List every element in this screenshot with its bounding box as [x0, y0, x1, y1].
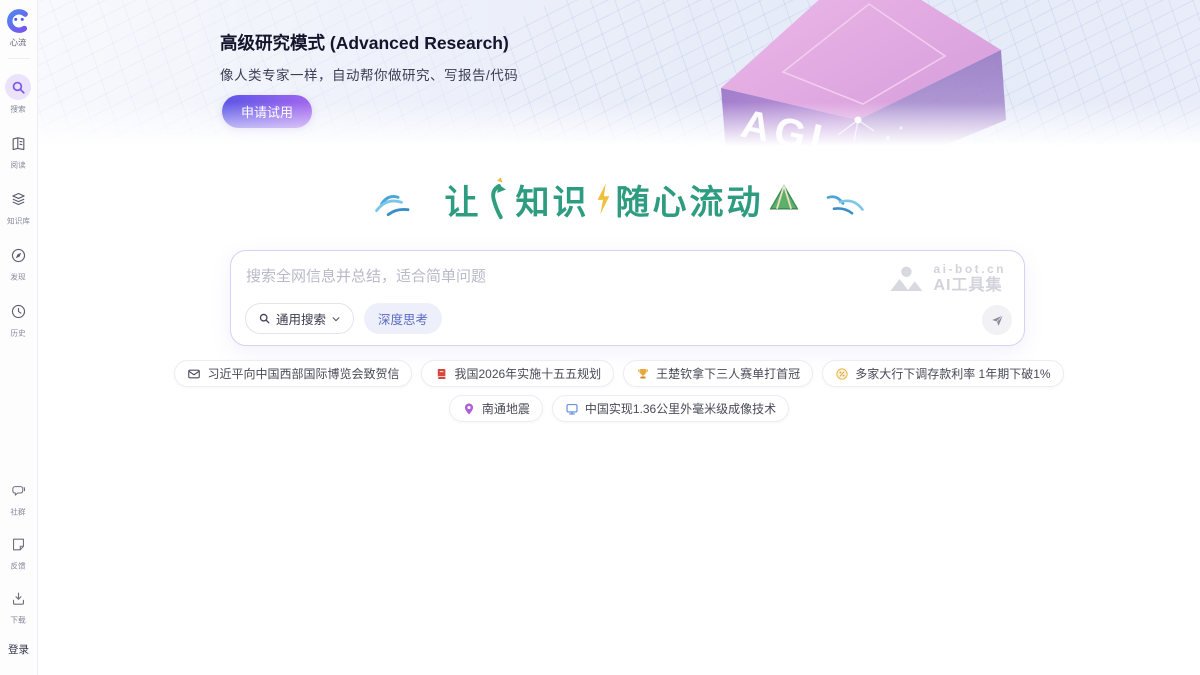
search-icon — [258, 312, 271, 325]
sidebar-item-history[interactable]: 历史 — [5, 298, 32, 339]
letter-icon — [187, 367, 201, 381]
hot-topic-chip[interactable]: 多家大行下调存款利率 1年期下破1% — [822, 360, 1063, 387]
wave-left-icon — [375, 178, 441, 220]
community-icon — [6, 477, 32, 503]
slogan-part1: 让 — [445, 175, 482, 224]
knowledge-icon — [5, 186, 31, 212]
app-logo[interactable]: 心流 — [6, 8, 32, 49]
sidebar-item-discover[interactable]: 发现 — [5, 242, 32, 283]
download-icon — [6, 585, 32, 611]
slogan-part3: 随心流动 — [616, 175, 764, 224]
dragon-icon — [486, 176, 512, 222]
sidebar-item-download[interactable]: 下载 — [6, 585, 32, 626]
sidebar-item-search[interactable]: 搜索 — [5, 74, 32, 115]
xinliu-logo-icon — [6, 8, 32, 34]
promo-banner: AGI 高级研究模式 (Advanced Research) 像人类专家一样，自… — [38, 0, 1200, 150]
watermark-text: ai-bot.cn AI工具集 — [934, 263, 1007, 295]
hot-topics: 习近平向中国西部国际博览会致贺信 我国2026年实施十五五规划 王楚钦拿下三人赛… — [38, 360, 1200, 422]
percent-icon — [835, 367, 849, 381]
hot-topic-chip[interactable]: 我国2026年实施十五五规划 — [421, 360, 614, 387]
search-panel: ai-bot.cn AI工具集 通用搜索 深度思考 — [230, 250, 1025, 346]
search-controls: 通用搜索 深度思考 — [245, 303, 442, 334]
monitor-icon — [565, 402, 579, 416]
search-mode-dropdown[interactable]: 通用搜索 — [245, 303, 354, 334]
history-icon — [5, 298, 31, 324]
sidebar-item-feedback[interactable]: 反馈 — [6, 531, 32, 572]
banner-subtitle: 像人类专家一样，自动帮你做研究、写报告/代码 — [220, 64, 518, 84]
search-input[interactable] — [246, 263, 806, 289]
sidebar-bottom: 社群 反馈 下载 登录 — [6, 464, 32, 675]
watermark-line1: ai-bot.cn — [934, 263, 1007, 277]
hot-topics-row-2: 南通地震 中国实现1.36公里外毫米级成像技术 — [449, 395, 789, 422]
chevron-down-icon — [331, 314, 341, 324]
search-mode-label: 通用搜索 — [276, 309, 326, 328]
pin-icon — [462, 402, 476, 416]
slogan-part2: 知识 — [516, 175, 590, 224]
spark-icon — [594, 181, 612, 217]
search-icon — [5, 74, 31, 100]
trophy-icon — [636, 367, 650, 381]
app-logo-label: 心流 — [10, 37, 27, 49]
banner-title: 高级研究模式 (Advanced Research) — [220, 30, 509, 55]
discover-icon — [5, 242, 31, 268]
reading-icon — [5, 130, 31, 156]
hot-topic-chip[interactable]: 王楚钦拿下三人赛单打首冠 — [623, 360, 813, 387]
sidebar-nav: 搜索 阅读 知识库 发现 历史 — [5, 59, 32, 339]
sidebar-item-knowledge[interactable]: 知识库 — [5, 186, 32, 227]
watermark-line2: AI工具集 — [934, 277, 1007, 295]
red-book-icon — [434, 367, 448, 381]
watermark: ai-bot.cn AI工具集 — [888, 263, 1007, 295]
deep-think-toggle[interactable]: 深度思考 — [364, 303, 442, 334]
sidebar-bottom-nav: 社群 反馈 下载 — [6, 464, 32, 626]
slogan: 让 知识 随心流动 — [38, 168, 1200, 230]
mascot-icon — [768, 180, 800, 218]
send-button[interactable] — [982, 305, 1012, 335]
wave-right-icon — [804, 178, 864, 220]
hot-topics-row-1: 习近平向中国西部国际博览会致贺信 我国2026年实施十五五规划 王楚钦拿下三人赛… — [174, 360, 1063, 387]
feedback-icon — [6, 531, 32, 557]
hot-topic-chip[interactable]: 南通地震 — [449, 395, 543, 422]
ai-bot-logo-icon — [888, 265, 928, 293]
paper-plane-icon — [990, 313, 1005, 328]
login-button[interactable]: 登录 — [8, 642, 29, 657]
hot-topic-chip[interactable]: 习近平向中国西部国际博览会致贺信 — [174, 360, 412, 387]
sidebar: 心流 搜索 阅读 知识库 发现 历史 社群 反馈 下载 登录 — [0, 0, 38, 675]
sidebar-item-community[interactable]: 社群 — [6, 477, 32, 518]
hot-topic-chip[interactable]: 中国实现1.36公里外毫米级成像技术 — [552, 395, 789, 422]
banner-fade — [38, 102, 1200, 150]
sidebar-item-reading[interactable]: 阅读 — [5, 130, 32, 171]
